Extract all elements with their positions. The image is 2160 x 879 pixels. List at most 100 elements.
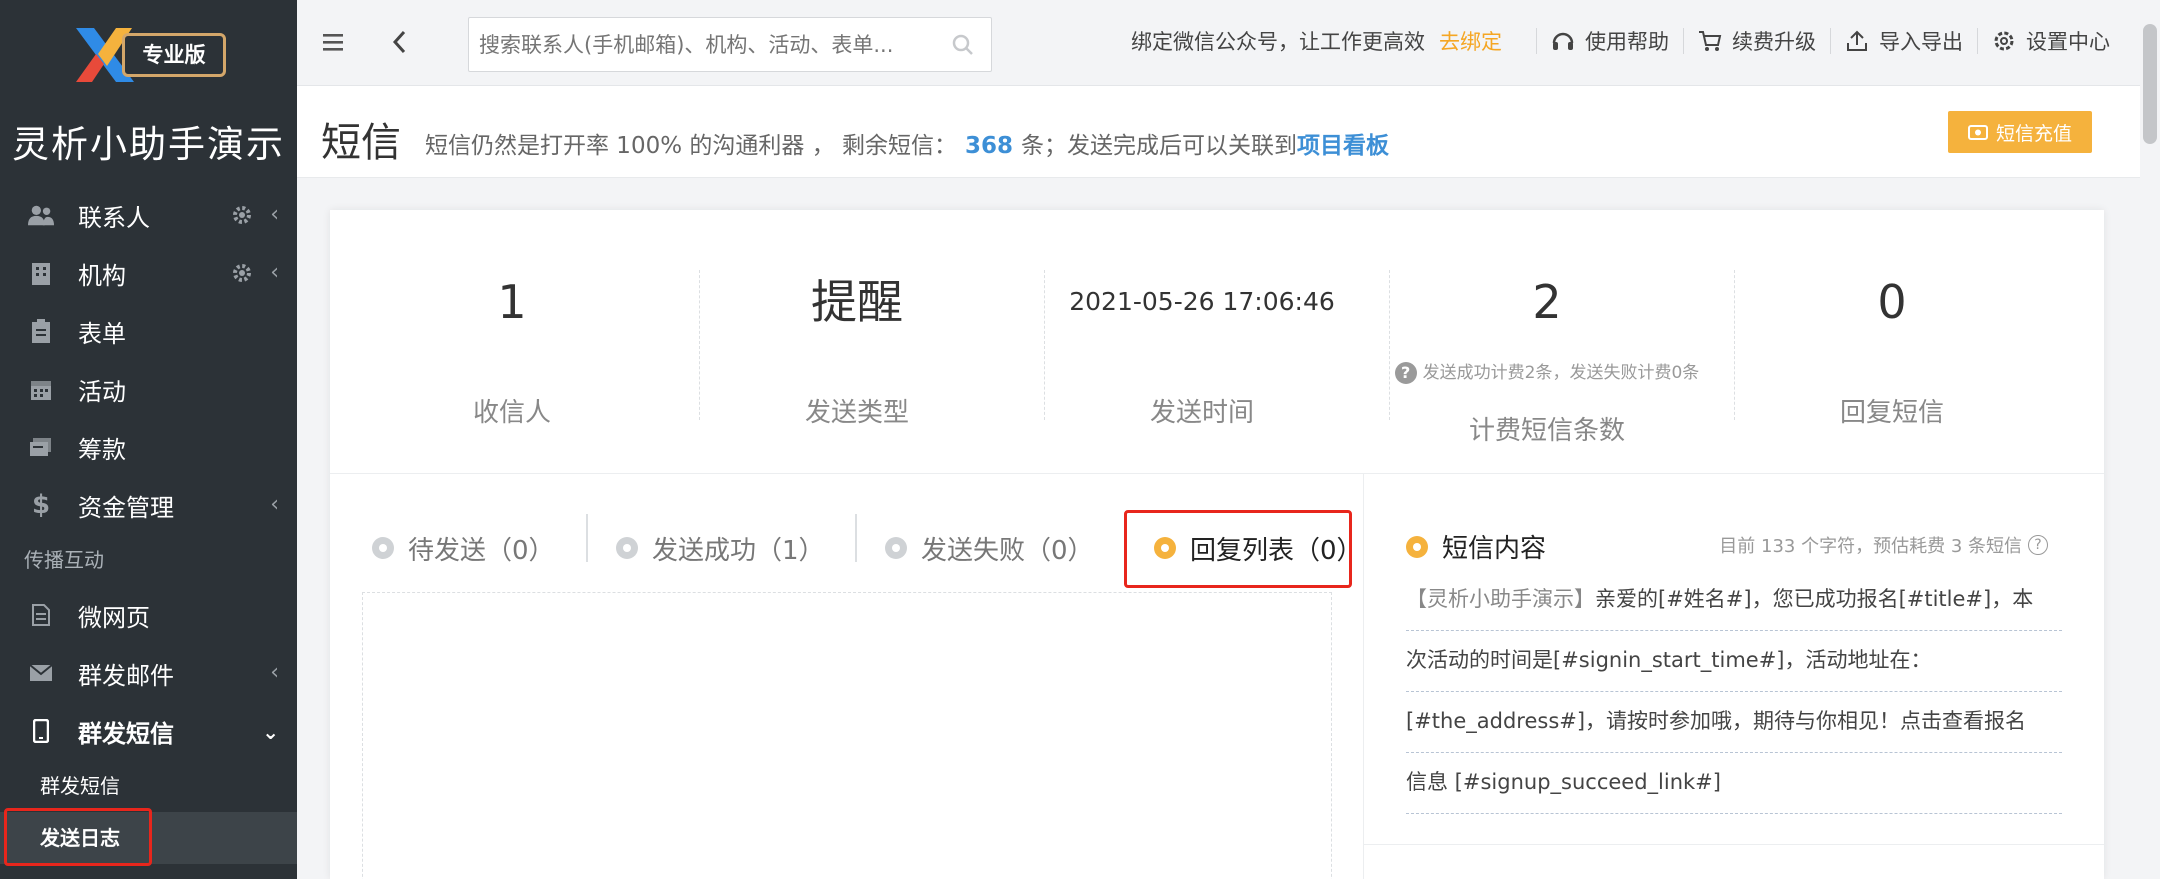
highlight-reply-list — [1124, 510, 1352, 588]
status-tabs: 待发送（0） 发送成功（1） 发送失败（0） 回复列表（0） — [330, 474, 1364, 879]
gear-icon[interactable] — [231, 204, 253, 226]
form-icon — [28, 318, 54, 344]
remaining-sms-count: 368 — [965, 133, 1014, 159]
divider — [1830, 28, 1831, 54]
mail-icon — [28, 660, 54, 686]
tab-radio-icon — [372, 537, 394, 559]
sms-line-text: 亲爱的[#姓名#]，您已成功报名[#title#]，本 — [1595, 587, 2034, 611]
sms-heading-label: 短信内容 — [1442, 534, 1547, 564]
app-logo[interactable]: 专业版 — [72, 24, 226, 86]
sidebar-item-mass-sms[interactable]: 群发短信 ⌄ — [0, 702, 297, 760]
chevron-left-icon[interactable]: ‹ — [270, 492, 279, 517]
sidebar-item-label: 表单 — [78, 319, 126, 348]
page-header: 短信 短信仍然是打开率 100% 的沟通利器 ， 剩余短信： 368 条；发送完成后… — [297, 86, 2140, 178]
global-search[interactable] — [468, 17, 992, 72]
stat-label: 收信人 — [472, 398, 551, 428]
recharge-label: 短信充值 — [1995, 122, 2072, 145]
help-button[interactable]: 使用帮助 — [1551, 26, 1669, 56]
sms-length-meta: 目前 133 个字符，预估耗费 3 条短信 ? — [1719, 532, 2048, 558]
sms-line: 【灵析小助手演示】亲爱的[#姓名#]，您已成功报名[#title#]，本 — [1406, 570, 2062, 631]
topbar: 绑定微信公众号，让工作更高效 去绑定 使用帮助 续费升级 导入导出 设置中心 — [297, 0, 2140, 86]
desc-suffix: 条；发送完成后可以关联到 — [1021, 133, 1298, 159]
tab-sent-failed[interactable]: 发送失败（0） — [885, 528, 1094, 568]
wechat-bind-link[interactable]: 去绑定 — [1439, 26, 1502, 56]
gear-icon[interactable] — [231, 262, 253, 284]
heading-dot-icon — [1406, 535, 1428, 558]
sidebar-section-label: 传播互动 — [24, 548, 104, 572]
tab-label: 待发送（0） — [408, 535, 555, 566]
sidebar-item-finance[interactable]: $ 资金管理 ‹ — [0, 476, 297, 534]
divider — [586, 514, 588, 562]
back-chevron-icon[interactable] — [392, 30, 406, 54]
billing-note: ? 发送成功计费2条，发送失败计费0条 — [1375, 362, 1719, 384]
stat-value: 0 — [1877, 275, 1907, 329]
sidebar-item-label: 群发邮件 — [78, 661, 174, 690]
sidebar-item-orgs[interactable]: 机构 ‹ — [0, 244, 297, 302]
upgrade-label: 续费升级 — [1732, 30, 1816, 54]
chevron-left-icon[interactable]: ‹ — [270, 660, 279, 685]
gear-icon — [1994, 31, 2014, 51]
wechat-bind-text: 绑定微信公众号，让工作更高效 — [1131, 30, 1425, 54]
import-export-button[interactable]: 导入导出 — [1845, 26, 1963, 56]
question-icon[interactable]: ? — [1394, 362, 1417, 384]
headset-icon — [1552, 32, 1574, 50]
sidebar-item-label: 筹款 — [78, 435, 126, 464]
sms-content-heading: 短信内容 — [1406, 528, 1546, 565]
stat-value: 1 — [497, 275, 527, 329]
stat-billed-count: 2 ? 发送成功计费2条，发送失败计费0条 计费短信条数 — [1375, 270, 1719, 446]
divider — [855, 514, 857, 562]
sidebar-nav: 联系人 ‹ 机构 ‹ 表单 活动 筹款 $ 资金管理 ‹ 传播互动 微网页 群发… — [0, 186, 297, 864]
tab-sent-success[interactable]: 发送成功（1） — [616, 528, 825, 568]
stat-send-type: 提醒 发送类型 — [685, 270, 1029, 440]
tab-pending[interactable]: 待发送（0） — [372, 528, 555, 568]
sidebar: 专业版 灵析小助手演示 联系人 ‹ 机构 ‹ 表单 活动 筹款 $ 资金管理 ‹… — [0, 0, 297, 879]
desc-prefix: 短信仍然是打开率 100% 的沟通利器 ， 剩余短信： — [425, 133, 957, 159]
stat-label: 计费短信条数 — [1468, 416, 1625, 446]
stat-label: 发送时间 — [1149, 398, 1254, 428]
sidebar-item-label: 微网页 — [78, 603, 150, 632]
sidebar-item-fundraising[interactable]: 筹款 — [0, 418, 297, 476]
sidebar-item-events[interactable]: 活动 — [0, 360, 297, 418]
tab-radio-icon — [885, 537, 907, 559]
sidebar-item-microsite[interactable]: 微网页 — [0, 586, 297, 644]
chevron-left-icon[interactable]: ‹ — [270, 260, 279, 285]
sidebar-item-label: 资金管理 — [78, 493, 174, 522]
divider — [1977, 28, 1978, 54]
sms-recharge-button[interactable]: 短信充值 — [1948, 111, 2092, 153]
search-icon[interactable] — [951, 33, 975, 57]
sidebar-item-forms[interactable]: 表单 — [0, 302, 297, 360]
stat-label: 发送类型 — [804, 398, 909, 428]
sidebar-item-mass-mail[interactable]: 群发邮件 ‹ — [0, 644, 297, 702]
page-scrollbar[interactable] — [2140, 24, 2160, 879]
settings-button[interactable]: 设置中心 — [1992, 26, 2110, 56]
dollar-icon: $ — [31, 490, 51, 520]
sms-log-detail-card: 1 收信人 提醒 发送类型 2021-05-26 17:06:46 发送时间 2… — [330, 210, 2104, 879]
search-input[interactable] — [469, 18, 929, 71]
scrollbar-thumb[interactable] — [2143, 24, 2157, 144]
stat-value: 提醒 — [811, 275, 903, 329]
upload-icon — [1847, 30, 1867, 51]
sidebar-item-label: 联系人 — [78, 203, 150, 232]
sidebar-item-contacts[interactable]: 联系人 ‹ — [0, 186, 297, 244]
recharge-icon — [1967, 125, 1988, 140]
tab-label: 发送成功（1） — [652, 535, 825, 566]
chevron-left-icon[interactable]: ‹ — [270, 202, 279, 227]
sms-body: 【灵析小助手演示】亲爱的[#姓名#]，您已成功报名[#title#]，本 次活动… — [1406, 570, 2062, 814]
question-icon[interactable]: ? — [2028, 535, 2048, 555]
app-title: 灵析小助手演示 — [12, 123, 285, 166]
import-export-label: 导入导出 — [1879, 30, 1963, 54]
stat-label: 回复短信 — [1839, 398, 1944, 428]
sms-line: 次活动的时间是[#signin_start_time#]，活动地址在： — [1406, 631, 2062, 692]
reply-list-area — [362, 592, 1332, 879]
upgrade-button[interactable]: 续费升级 — [1698, 26, 1816, 56]
cart-icon — [1699, 31, 1722, 51]
chevron-down-icon[interactable]: ⌄ — [262, 720, 279, 744]
help-label: 使用帮助 — [1585, 30, 1669, 54]
sidebar-subitem-mass-sms[interactable]: 群发短信 — [0, 760, 297, 812]
menu-icon[interactable] — [323, 32, 345, 52]
settings-label: 设置中心 — [2026, 30, 2110, 54]
stat-value: 2021-05-26 17:06:46 — [1069, 287, 1335, 316]
sms-line: 信息 [#signup_succeed_link#] — [1406, 753, 2062, 814]
project-board-link[interactable]: 项目看板 — [1297, 133, 1389, 159]
sidebar-item-label: 机构 — [78, 261, 126, 290]
